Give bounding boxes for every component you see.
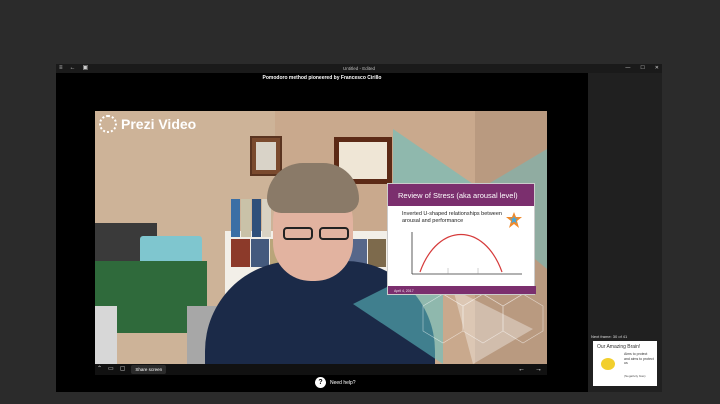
maximize-button[interactable]: ☐ (640, 64, 644, 73)
printer (95, 306, 117, 364)
presenter-hair (267, 163, 359, 213)
lemon-icon (601, 358, 615, 370)
presentation-window: ≡ ← ▣ Untitled - Edited — ☐ ✕ Pomodoro m… (56, 64, 662, 392)
glasses-lens (283, 227, 313, 240)
window-title: Untitled - Edited (342, 66, 376, 71)
glasses (281, 227, 351, 240)
question-icon: ? (315, 377, 326, 388)
card-title: Review of Stress (aka arousal level) (398, 190, 518, 200)
next-frame-title: Our Amazing Brain! (597, 344, 641, 350)
minimize-button[interactable]: — (625, 64, 630, 73)
card-header: Review of Stress (aka arousal level) (388, 184, 534, 206)
card-subtitle: Inverted U-shaped relationships between … (402, 211, 502, 224)
wall-frame-picture (256, 142, 276, 170)
toolbar-right: ← → (518, 365, 542, 374)
book (250, 239, 269, 267)
next-frame-body: Aims to protect and aims to protect us (624, 352, 654, 365)
book (241, 199, 251, 237)
books-top (231, 199, 271, 237)
camera-icon[interactable]: ▢ (120, 365, 126, 374)
card-footer-text: April 4, 2017 (394, 289, 414, 293)
video-toolbar: ⌃ ▭ ▢ Share screen ← → (95, 364, 547, 375)
wall-frame (250, 136, 282, 176)
title-bar: ≡ ← ▣ Untitled - Edited — ☐ ✕ (56, 64, 662, 73)
glasses-lens (319, 227, 349, 240)
help-label: Need help? (330, 379, 356, 386)
inverted-u-graph (411, 232, 522, 275)
next-arrow-icon[interactable]: → (535, 365, 542, 374)
book (251, 199, 261, 237)
brand-label: Prezi Video (121, 116, 197, 132)
window-controls: — ☐ ✕ (625, 64, 659, 73)
notes-sidebar: Next frame: 30 of 41 Our Amazing Brain! … (588, 73, 662, 392)
close-button[interactable]: ✕ (655, 64, 659, 73)
video-stage[interactable]: Prezi Video Review of Stress (aka arousa… (95, 111, 547, 364)
pointer-icon[interactable]: ⌃ (97, 365, 102, 374)
layout-icon[interactable]: ▭ (108, 365, 114, 374)
next-frame-label: Next frame: 30 of 41 (591, 334, 628, 339)
next-frame-footnote: (Negativity bias) (624, 374, 646, 378)
book (231, 199, 241, 237)
star-badge-icon (506, 212, 522, 228)
previous-arrow-icon[interactable]: ← (518, 365, 525, 374)
next-frame-thumbnail[interactable]: Our Amazing Brain! Aims to protect and a… (593, 341, 657, 386)
help-button[interactable]: ? Need help? (315, 377, 356, 388)
overlay-slide-card: Review of Stress (aka arousal level) Inv… (387, 183, 536, 295)
share-screen-button[interactable]: Share screen (131, 365, 167, 374)
book (231, 239, 250, 267)
toolbar-left: ⌃ ▭ ▢ Share screen (97, 365, 167, 374)
prezi-video-logo: Prezi Video (99, 115, 196, 133)
slide-caption: Pomodoro method pioneered by Francesco C… (262, 75, 382, 81)
prezi-logo-icon (99, 115, 117, 133)
